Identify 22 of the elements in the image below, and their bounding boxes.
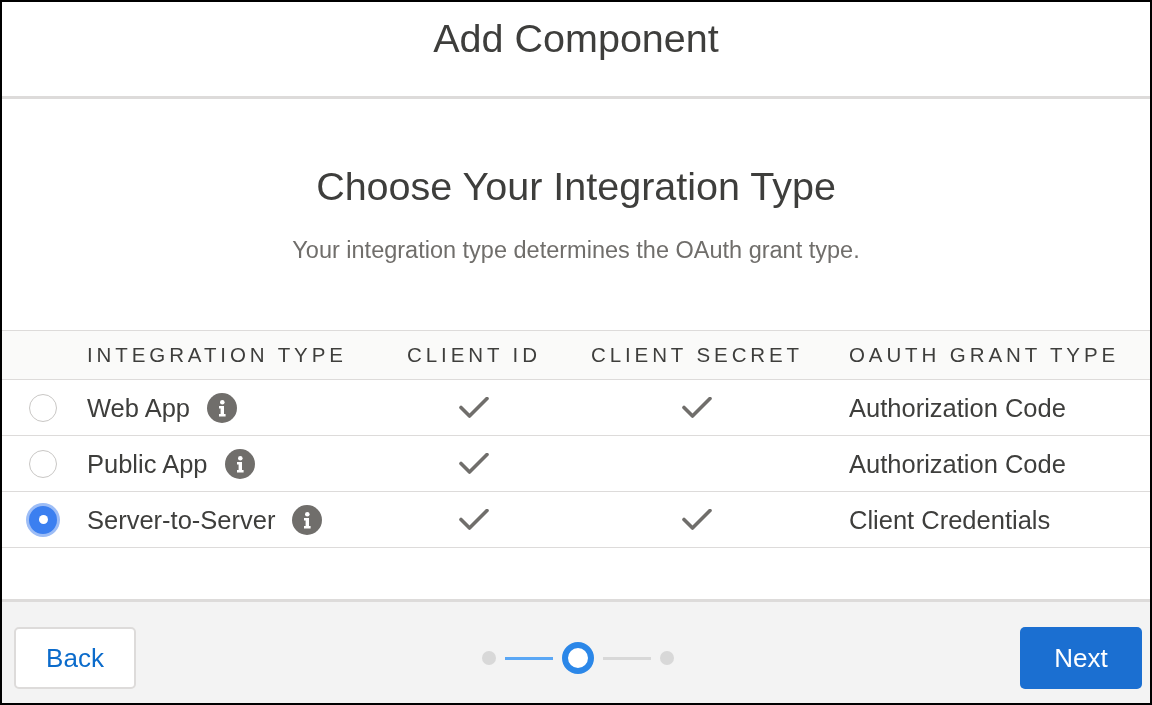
info-icon[interactable] <box>224 448 255 479</box>
step-connector <box>505 656 553 660</box>
radio-button[interactable] <box>29 449 57 478</box>
radio-button[interactable] <box>29 505 57 534</box>
next-button[interactable]: Next <box>1020 627 1142 689</box>
section-subtitle: Your integration type determines the OAuth grant type. <box>292 237 860 263</box>
info-icon[interactable] <box>207 392 238 423</box>
back-button[interactable]: Back <box>14 627 136 689</box>
column-header: CLIENT ID <box>407 343 541 367</box>
grant-type-text: Authorization Code <box>849 449 1066 478</box>
info-icon[interactable] <box>292 504 323 535</box>
column-header: CLIENT SECRET <box>590 343 804 367</box>
radio-button[interactable] <box>29 393 57 422</box>
integration-name: Server-to-Server <box>87 504 276 535</box>
integration-name: Public App <box>87 448 208 479</box>
section-heading: Choose Your Integration Type <box>316 163 836 209</box>
dialog-title: Add Component <box>433 15 719 61</box>
grant-type-text: Client Credentials <box>849 505 1051 534</box>
column-header: INTEGRATION TYPE <box>87 343 347 367</box>
grant-type-text: Authorization Code <box>849 393 1066 422</box>
integration-name: Web App <box>87 392 191 423</box>
column-header: OAUTH GRANT TYPE <box>849 343 1120 367</box>
